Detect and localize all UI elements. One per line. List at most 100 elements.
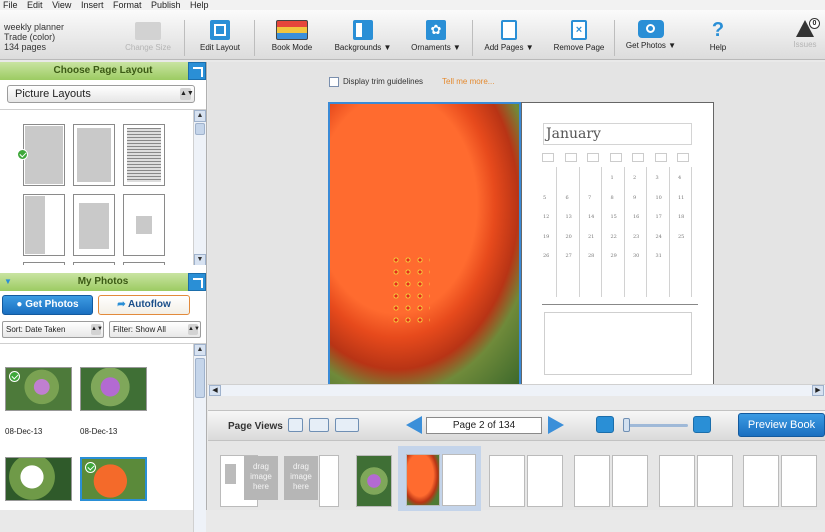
layout-thumb[interactable] bbox=[123, 124, 165, 186]
filmstrip-photo-page[interactable] bbox=[406, 454, 440, 506]
trim-guidelines-checkbox[interactable] bbox=[329, 77, 339, 87]
layout-thumb[interactable] bbox=[73, 194, 115, 256]
filmstrip-page[interactable] bbox=[319, 455, 339, 507]
scroll-thumb[interactable] bbox=[195, 123, 205, 135]
calendar-day: 27 bbox=[565, 253, 572, 259]
drag-image-slot[interactable]: drag image here bbox=[284, 456, 318, 500]
photo-thumbnail[interactable] bbox=[5, 457, 72, 501]
scroll-up-icon[interactable]: ▲ bbox=[194, 110, 206, 122]
spread-view-icon[interactable] bbox=[309, 418, 329, 432]
calendar-day: 21 bbox=[588, 233, 595, 240]
layout-thumb[interactable] bbox=[23, 262, 65, 265]
menu-insert[interactable]: Insert bbox=[81, 0, 104, 10]
layout-thumb[interactable] bbox=[23, 124, 65, 186]
filmstrip-calendar-page[interactable] bbox=[697, 455, 733, 507]
menu-help[interactable]: Help bbox=[190, 0, 209, 10]
toolbar-divider bbox=[254, 20, 255, 56]
calendar-day: 15 bbox=[610, 214, 617, 220]
add-pages-button[interactable]: Add Pages ▼ bbox=[478, 10, 540, 60]
remove-page-icon: × bbox=[571, 20, 587, 40]
photos-panel-popout-icon[interactable] bbox=[188, 273, 206, 291]
remove-page-button[interactable]: × Remove Page bbox=[548, 10, 610, 60]
autoflow-button[interactable]: ➦ Autoflow bbox=[98, 295, 190, 315]
menu-publish[interactable]: Publish bbox=[151, 0, 181, 10]
right-page-calendar[interactable]: January 1 2 3 4 5 6 7 8 9 10 11 12 13 14 15 16 17 18 19 20 2… bbox=[521, 102, 714, 392]
calendar-day: 24 bbox=[655, 233, 662, 240]
scroll-thumb[interactable] bbox=[195, 358, 205, 398]
layout-thumb[interactable] bbox=[73, 262, 115, 265]
prev-page-arrow-icon[interactable] bbox=[406, 416, 422, 434]
photos-panel-title: My Photos bbox=[77, 276, 129, 287]
canvas-hscrollbar[interactable]: ◀ ▶ bbox=[208, 384, 825, 396]
scroll-right-icon[interactable]: ▶ bbox=[812, 385, 824, 396]
layout-scrollbar[interactable]: ▲ ▼ bbox=[193, 110, 206, 265]
sort-value: Sort: Date Taken bbox=[6, 325, 66, 334]
filmstrip-calendar-page[interactable] bbox=[781, 455, 817, 507]
scroll-left-icon[interactable]: ◀ bbox=[209, 385, 221, 396]
calendar-day: 23 bbox=[633, 233, 640, 240]
menu-file[interactable]: File bbox=[3, 0, 18, 10]
filmstrip-calendar-page[interactable] bbox=[612, 455, 648, 507]
layout-thumb[interactable] bbox=[123, 262, 165, 265]
used-check-icon bbox=[85, 462, 96, 473]
filmstrip-calendar-page[interactable] bbox=[574, 455, 610, 507]
next-page-arrow-icon[interactable] bbox=[548, 416, 564, 434]
notes-box[interactable] bbox=[544, 312, 692, 375]
scroll-up-icon[interactable]: ▲ bbox=[194, 344, 206, 356]
calendar-day: 19 bbox=[543, 233, 550, 240]
change-size-button[interactable]: Change Size bbox=[118, 10, 178, 60]
filmstrip-calendar-page[interactable] bbox=[527, 455, 563, 507]
layout-category-select[interactable]: Picture Layouts ▲▼ bbox=[7, 85, 195, 103]
zoom-slider-handle[interactable] bbox=[623, 418, 630, 432]
photo-thumbnail[interactable] bbox=[5, 367, 72, 411]
scroll-down-icon[interactable]: ▼ bbox=[194, 254, 206, 265]
menu-view[interactable]: View bbox=[52, 0, 71, 10]
filter-select[interactable]: Filter: Show All ▲▼ bbox=[109, 321, 201, 338]
drag-image-slot[interactable]: drag image here bbox=[244, 456, 278, 500]
single-page-view-icon[interactable] bbox=[288, 418, 303, 432]
layout-panel-popout-icon[interactable] bbox=[188, 62, 206, 80]
layout-thumb[interactable] bbox=[123, 194, 165, 256]
photo-thumbnail[interactable] bbox=[80, 367, 147, 411]
get-photos-panel-label: Get Photos bbox=[25, 299, 79, 310]
preview-book-button[interactable]: Preview Book bbox=[738, 413, 825, 437]
calendar-day: 7 bbox=[588, 194, 592, 201]
notes-divider bbox=[542, 304, 698, 305]
calendar-month-title[interactable]: January bbox=[543, 123, 692, 145]
calendar-day: 12 bbox=[543, 214, 550, 220]
zoom-slider[interactable] bbox=[623, 424, 688, 427]
filmstrip-calendar-page[interactable] bbox=[489, 455, 525, 507]
edit-layout-button[interactable]: Edit Layout bbox=[192, 10, 248, 60]
issues-button[interactable]: 0 Issues bbox=[786, 10, 824, 60]
get-photos-button[interactable]: Get Photos ▼ bbox=[620, 10, 682, 60]
multi-page-view-icon[interactable] bbox=[335, 418, 359, 432]
book-mode-button[interactable]: Book Mode bbox=[264, 10, 320, 60]
photos-panel-header: ▼ My Photos bbox=[0, 273, 206, 291]
ornaments-button[interactable]: ✿ Ornaments ▼ bbox=[406, 10, 466, 60]
filmstrip-calendar-page[interactable] bbox=[743, 455, 779, 507]
photos-scrollbar[interactable]: ▲ bbox=[193, 344, 206, 532]
layout-thumb[interactable] bbox=[73, 124, 115, 186]
used-check-icon bbox=[9, 371, 20, 382]
calendar-day: 18 bbox=[678, 214, 685, 220]
book-page-count: 134 pages bbox=[4, 42, 47, 52]
help-button[interactable]: ? Help bbox=[700, 10, 736, 60]
page-number-field[interactable]: Page 2 of 134 bbox=[426, 417, 542, 434]
tell-me-more-link[interactable]: Tell me more... bbox=[442, 77, 494, 86]
filmstrip-calendar-page[interactable] bbox=[659, 455, 695, 507]
filmstrip-photo-page[interactable] bbox=[356, 455, 392, 507]
backgrounds-button[interactable]: Backgrounds ▼ bbox=[330, 10, 396, 60]
trim-guidelines-label: Display trim guidelines bbox=[343, 77, 424, 86]
collapse-triangle-icon[interactable]: ▼ bbox=[4, 273, 12, 291]
calendar-weekday-header bbox=[654, 153, 667, 162]
menu-edit[interactable]: Edit bbox=[27, 0, 43, 10]
zoom-in-icon[interactable] bbox=[693, 416, 711, 433]
layout-thumb[interactable] bbox=[23, 194, 65, 256]
get-photos-panel-button[interactable]: ● Get Photos bbox=[2, 295, 93, 315]
zoom-out-icon[interactable] bbox=[596, 416, 614, 433]
filmstrip-calendar-page[interactable] bbox=[442, 454, 476, 506]
left-page-photo[interactable] bbox=[328, 102, 521, 392]
menu-format[interactable]: Format bbox=[113, 0, 142, 10]
photo-thumbnail[interactable] bbox=[80, 457, 147, 501]
sort-select[interactable]: Sort: Date Taken ▲▼ bbox=[2, 321, 104, 338]
